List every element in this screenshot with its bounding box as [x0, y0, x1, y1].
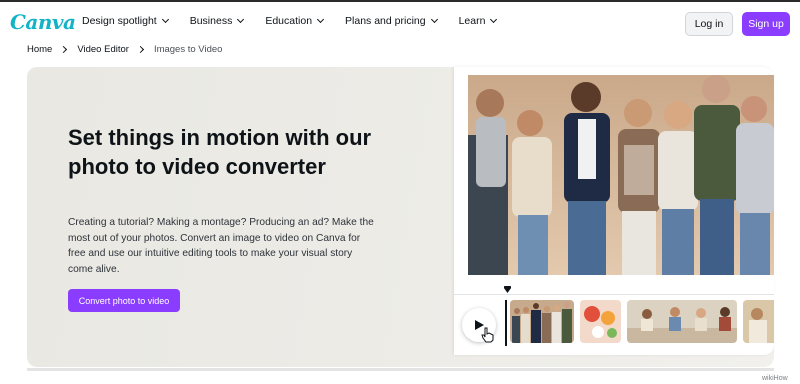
nav-item-learn[interactable]: Learn	[458, 15, 498, 27]
video-editor-preview	[454, 67, 774, 355]
convert-photo-to-video-button[interactable]: Convert photo to video	[68, 289, 180, 312]
hero-description: Creating a tutorial? Making a montage? P…	[68, 217, 374, 275]
login-button[interactable]: Log in	[685, 12, 733, 36]
watermark: wikiHow	[762, 375, 788, 382]
timeline-playhead[interactable]	[505, 300, 507, 346]
nav-item-education[interactable]: Education	[265, 15, 325, 27]
canva-logo[interactable]: Canva	[10, 10, 76, 34]
pointer-hand-icon	[481, 327, 494, 343]
chevron-down-icon	[237, 15, 245, 24]
nav-item-business[interactable]: Business	[189, 15, 245, 27]
nav-item-label: Plans and pricing	[345, 15, 426, 27]
main-nav: Design spotlight Business Education Plan…	[82, 15, 518, 27]
group-photo-image	[468, 75, 774, 275]
breadcrumb-images-to-video: Images to Video	[153, 44, 223, 55]
nav-item-label: Design spotlight	[82, 15, 157, 27]
chevron-right-icon	[136, 45, 144, 54]
breadcrumb-home[interactable]: Home	[27, 44, 52, 55]
horizontal-scrollbar[interactable]	[27, 368, 774, 371]
nav-item-label: Learn	[458, 15, 486, 27]
breadcrumb: Home Video Editor Images to Video	[27, 44, 222, 55]
hero-title: Set things in motion with our photo to v…	[68, 125, 372, 179]
timeline-clip-group-photo[interactable]	[510, 300, 574, 343]
timeline-clip-food[interactable]	[580, 300, 621, 343]
chevron-down-icon	[316, 15, 325, 24]
nav-item-plans-and-pricing[interactable]: Plans and pricing	[345, 15, 438, 27]
nav-item-label: Education	[265, 15, 313, 27]
timeline-divider	[454, 294, 774, 295]
playhead-marker-icon[interactable]	[504, 286, 511, 293]
chevron-down-icon	[161, 15, 169, 24]
chevron-right-icon	[60, 45, 68, 54]
chevron-down-icon	[490, 15, 498, 24]
nav-item-label: Business	[189, 15, 233, 27]
nav-item-design-spotlight[interactable]: Design spotlight	[82, 15, 169, 27]
breadcrumb-video-editor[interactable]: Video Editor	[77, 44, 129, 55]
timeline-clip-partial[interactable]	[743, 300, 774, 343]
signup-button[interactable]: Sign up	[742, 12, 790, 36]
chevron-down-icon	[430, 15, 438, 24]
timeline-clip-friends-table[interactable]	[627, 300, 737, 343]
site-header: Canva Design spotlight Business Educatio…	[0, 2, 800, 42]
